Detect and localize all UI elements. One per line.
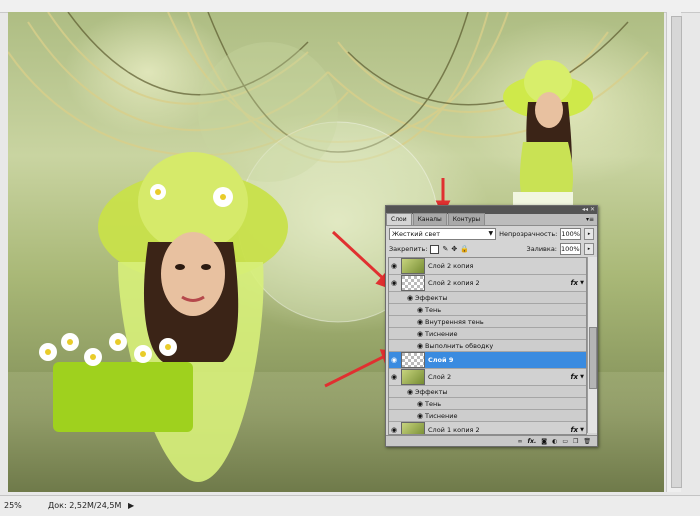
chevron-down-icon[interactable]: ▼ [580, 374, 584, 380]
folder-icon[interactable]: ▭ [562, 438, 568, 445]
panel-tabs: Слои Каналы Контуры ▾≡ [386, 213, 597, 226]
lock-icon[interactable]: 🔒 [460, 245, 469, 253]
tab-channels[interactable]: Каналы [412, 213, 447, 225]
eye-icon[interactable]: ◉ [415, 306, 425, 314]
eye-icon[interactable]: ◉ [389, 373, 399, 381]
blend-mode-value: Жесткий свет [392, 230, 440, 238]
effect-row[interactable]: ◉ Внутренняя тень [389, 316, 586, 328]
eye-icon[interactable]: ◉ [415, 330, 425, 338]
fx-badge[interactable]: fx [570, 373, 578, 381]
layer-thumbnail [401, 258, 425, 274]
effect-name: Тень [425, 305, 442, 314]
layer-name: Слой 1 копия 2 [428, 426, 480, 434]
mask-icon[interactable]: ◙ [541, 438, 547, 445]
opacity-label: Непрозрачность: [499, 230, 558, 238]
eye-icon[interactable]: ◉ [415, 400, 425, 408]
effects-label: Эффекты [415, 293, 448, 302]
blend-mode-select[interactable]: Жесткий свет ▼ [389, 228, 497, 240]
layer-thumbnail [401, 275, 425, 291]
chevron-down-icon[interactable]: ▼ [580, 427, 584, 433]
trash-icon[interactable]: 🗑 [583, 438, 591, 445]
panel-menu-icon[interactable]: ▾≡ [586, 216, 594, 223]
eye-icon[interactable]: ◉ [415, 318, 425, 326]
fx-badge[interactable]: fx [570, 426, 578, 434]
layers-list: ◉ Слой 2 копия ◉ Слой 2 копия 2 fx ▼ ◉ Э… [388, 257, 587, 435]
effect-row[interactable]: ◉ Тень [389, 304, 586, 316]
layers-bottom-toolbar: ∞ fx. ◙ ◐ ▭ ❐ 🗑 [386, 435, 597, 446]
new-layer-icon[interactable]: ❐ [573, 438, 578, 445]
collapse-icon[interactable]: ◂◂ ✕ [582, 207, 595, 213]
lock-row: Закрепить: ✎ ✥ 🔒 Заливка: 100% ▸ [386, 242, 597, 256]
effects-group-row[interactable]: ◉ Эффекты [389, 292, 586, 304]
layer-thumbnail [401, 369, 425, 385]
tab-layers[interactable]: Слои [386, 213, 412, 225]
eye-icon[interactable]: ◉ [405, 388, 415, 396]
eye-icon[interactable]: ◉ [389, 426, 399, 434]
layer-row[interactable]: ◉ Слой 2 копия 2 fx ▼ [389, 275, 586, 292]
layer-name: Слой 2 копия 2 [428, 279, 480, 287]
effect-row[interactable]: ◉ Тиснение [389, 410, 586, 422]
status-menu-arrow-icon[interactable]: ▶ [128, 501, 134, 510]
layer-row[interactable]: ◉ Слой 1 копия 2 fx ▼ [389, 422, 586, 434]
eye-icon[interactable]: ◉ [389, 262, 399, 270]
fill-label: Заливка: [526, 245, 557, 253]
effect-row[interactable]: ◉ Тень [389, 398, 586, 410]
blend-row: Жесткий свет ▼ Непрозрачность: 100% ▸ [386, 226, 597, 242]
adjustment-icon[interactable]: ◐ [552, 438, 557, 445]
effects-group-row[interactable]: ◉ Эффекты [389, 386, 586, 398]
chevron-down-icon[interactable]: ▼ [580, 280, 584, 286]
layer-name: Слой 2 копия [428, 262, 474, 270]
fx-icon[interactable]: fx. [527, 438, 536, 445]
effect-name: Тень [425, 399, 442, 408]
scrollbar-thumb[interactable] [671, 16, 682, 488]
effect-name: Внутренняя тень [425, 317, 484, 326]
layer-thumbnail [401, 352, 425, 368]
lock-label: Закрепить: [389, 245, 428, 253]
link-icon[interactable]: ∞ [517, 438, 522, 445]
layers-scrollbar[interactable] [587, 257, 597, 433]
chevron-down-icon: ▼ [488, 230, 494, 237]
lock-transparency-checkbox[interactable] [430, 244, 440, 254]
effect-name: Выполнить обводку [425, 341, 494, 350]
effects-label: Эффекты [415, 387, 448, 396]
document-size: Док: 2,52M/24,5M [48, 501, 122, 510]
eye-icon[interactable]: ◉ [389, 356, 399, 364]
eye-icon[interactable]: ◉ [415, 342, 425, 350]
status-bar: 25% Док: 2,52M/24,5M ▶ [0, 495, 700, 516]
opacity-field[interactable]: 100% [560, 228, 582, 240]
layer-thumbnail [401, 422, 425, 434]
fx-badge[interactable]: fx [570, 279, 578, 287]
layer-name: Слой 9 [428, 356, 454, 364]
effect-name: Тиснение [425, 411, 458, 420]
layers-panel: ◂◂ ✕ Слои Каналы Контуры ▾≡ Жесткий свет… [385, 205, 598, 447]
brush-lock-icon[interactable]: ✎ [442, 245, 448, 253]
zoom-level[interactable]: 25% [4, 501, 22, 510]
move-lock-icon[interactable]: ✥ [451, 245, 457, 253]
layer-row[interactable]: ◉ Слой 2 fx ▼ [389, 369, 586, 386]
fill-slider-button[interactable]: ▸ [584, 243, 594, 255]
effect-row[interactable]: ◉ Тиснение [389, 328, 586, 340]
layer-name: Слой 2 [428, 373, 452, 381]
photoshop-window: ◂◂ ✕ Слои Каналы Контуры ▾≡ Жесткий свет… [0, 0, 700, 516]
canvas-vertical-scrollbar[interactable] [666, 12, 682, 492]
eye-icon[interactable]: ◉ [389, 279, 399, 287]
effect-row[interactable]: ◉ Выполнить обводку [389, 340, 586, 352]
layer-row-selected[interactable]: ◉ Слой 9 [389, 352, 586, 369]
effect-name: Тиснение [425, 329, 458, 338]
eye-icon[interactable]: ◉ [415, 412, 425, 420]
opacity-slider-button[interactable]: ▸ [584, 228, 594, 240]
tab-paths[interactable]: Контуры [447, 213, 486, 225]
fill-field[interactable]: 100% [560, 243, 581, 255]
layer-row[interactable]: ◉ Слой 2 копия [389, 258, 586, 275]
eye-icon[interactable]: ◉ [405, 294, 415, 302]
layers-scrollbar-thumb[interactable] [589, 327, 597, 389]
